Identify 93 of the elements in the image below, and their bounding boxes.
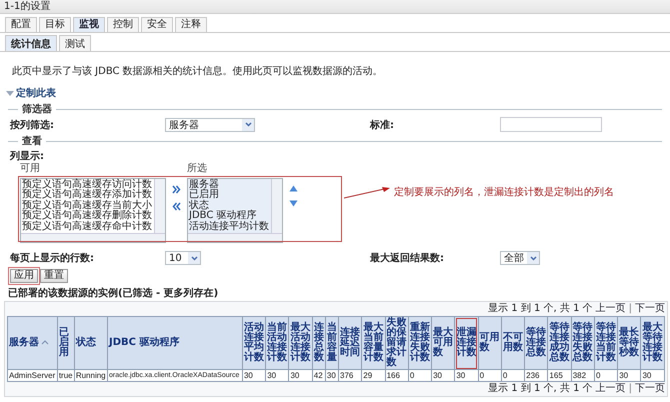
table-cell: 30	[325, 370, 339, 382]
selected-list[interactable]: 服务器 已启用 状态 JDBC 驱动程序 活动连接平均计数	[187, 178, 283, 244]
table-cell: true	[57, 370, 74, 382]
column-header[interactable]: 最长等待秒数	[618, 316, 641, 370]
max-results-dropdown[interactable]: 全部	[500, 251, 540, 266]
sub-tab[interactable]: 统计信息	[5, 35, 57, 51]
column-header[interactable]: 当前活动连接计数	[266, 316, 289, 370]
column-header[interactable]: 失败的保留请求计数	[385, 316, 408, 370]
separator: |	[628, 303, 632, 316]
available-list[interactable]: 预定义语句高速缓存访问计数 预定义语句高速缓存添加计数 预定义语句高速缓存当前大小 预定义语句高速缓存删除计数 预定义语句高速缓存命中计数	[20, 178, 166, 244]
pager-summary: 显示 1 到 1 个, 共 1 个	[488, 303, 593, 316]
column-header[interactable]: 不可用数	[501, 316, 525, 370]
criteria-field[interactable]	[500, 117, 602, 132]
section-legend: 筛选器	[22, 102, 52, 116]
column-header[interactable]: 最大当前容量计数	[362, 316, 386, 370]
column-header[interactable]: JDBC 驱动程序	[108, 316, 242, 370]
column-header[interactable]: 服务器	[8, 316, 58, 370]
annotation-text: 定制要展示的列名，泄漏连接计数是定制出的列名	[394, 186, 614, 199]
table-cell: 0	[478, 370, 502, 382]
previous-page-link[interactable]: 上一页	[596, 383, 626, 396]
pager-summary: 显示 1 到 1 个, 共 1 个	[488, 383, 593, 396]
field-label: 最大返回结果数:	[370, 252, 444, 266]
table-cell: 30	[288, 370, 312, 382]
table-cell: AdminServer	[8, 370, 58, 382]
table-cell: 30	[618, 370, 641, 382]
sub-tab[interactable]: 测试	[59, 35, 91, 51]
previous-page-link[interactable]: 上一页	[596, 303, 626, 316]
tab[interactable]: 注释	[175, 17, 207, 32]
table-cell: 0	[594, 370, 618, 382]
column-header[interactable]: 等待连接成功总数	[548, 316, 572, 370]
table-cell: 0	[408, 370, 432, 382]
table-cell: 376	[338, 370, 362, 382]
chevron-down-icon	[190, 256, 198, 261]
table-cell: 382	[571, 370, 594, 382]
field-label: 每页上显示的行数:	[10, 252, 94, 266]
customize-table-link[interactable]: 定制此表	[6, 86, 56, 100]
column-header[interactable]: 活动连接平均计数	[242, 316, 266, 370]
separator: |	[628, 383, 632, 396]
next-page-link[interactable]: 下一页	[635, 303, 665, 316]
sort-ascending-icon[interactable]	[41, 340, 49, 346]
column-header[interactable]: 等待连接当前计数	[594, 316, 618, 370]
table-cell: 165	[548, 370, 572, 382]
column-header[interactable]: 状态	[74, 316, 108, 370]
table-cell: 30	[266, 370, 289, 382]
filter-column-dropdown[interactable]: 服务器	[165, 118, 255, 132]
column-header[interactable]: 最大等待连接计数	[640, 316, 664, 370]
column-header[interactable]: 最大可用数	[432, 316, 455, 370]
table-cell: 0	[501, 370, 525, 382]
column-header[interactable]: 已启用	[57, 316, 74, 370]
rows-per-page-dropdown[interactable]: 10	[165, 251, 201, 266]
next-page-link[interactable]: 下一页	[635, 383, 665, 396]
triangle-down-icon[interactable]	[6, 90, 14, 96]
tab[interactable]: 配置	[5, 17, 37, 32]
tab[interactable]: 目标	[39, 17, 71, 32]
chevron-down-icon	[530, 256, 536, 261]
tab[interactable]: 安全	[141, 17, 173, 32]
description-text: 此页中显示了与该 JDBC 数据源相关的统计信息。使用此页可以监视数据源的活动。	[11, 64, 384, 78]
move-left-icon[interactable]	[172, 202, 181, 211]
table-title: 已部署的该数据源的实例(已筛选 - 更多列存在)	[7, 286, 220, 300]
form-button[interactable]: 重置	[40, 269, 68, 284]
column-header[interactable]: 可用数	[478, 316, 502, 370]
list-label: 可用	[20, 163, 40, 174]
move-down-icon[interactable]	[289, 200, 298, 207]
table-cell: 29	[362, 370, 386, 382]
window-title: 1-1的设置	[0, 0, 670, 14]
table-cell: 236	[524, 370, 548, 382]
table-cell: 30	[242, 370, 266, 382]
tab[interactable]: 监视	[73, 17, 105, 32]
annotation-arrow	[344, 185, 390, 199]
move-up-icon[interactable]	[289, 185, 298, 192]
field-label: 按列筛选:	[10, 118, 54, 132]
column-header[interactable]: 泄漏连接计数	[454, 316, 478, 370]
move-right-icon[interactable]	[172, 185, 181, 194]
column-header[interactable]: 最大活动连接计数	[288, 316, 312, 370]
table-cell: 30	[640, 370, 664, 382]
column-header[interactable]: 等待连接失败总数	[571, 316, 594, 370]
column-header[interactable]: 连接延迟时间	[338, 316, 362, 370]
chevron-down-icon	[244, 122, 252, 127]
table-cell: 30	[432, 370, 455, 382]
form-button[interactable]: 应用	[10, 269, 38, 284]
field-label: 标准:	[370, 118, 394, 132]
section-legend: 查看	[22, 134, 42, 148]
list-label: 所选	[187, 163, 207, 174]
tab[interactable]: 控制	[107, 17, 139, 32]
column-header[interactable]: 等待连接总数	[524, 316, 548, 370]
table-cell: Running	[74, 370, 108, 382]
column-header[interactable]: 重新连接失败计数	[408, 316, 432, 370]
table-cell: 30	[454, 370, 478, 382]
column-header[interactable]: 当前容量	[325, 316, 339, 370]
table-cell: 166	[385, 370, 408, 382]
column-header[interactable]: 连接总数	[312, 316, 326, 370]
table-cell: 42	[312, 370, 326, 382]
field-label: 列显示:	[10, 150, 44, 163]
